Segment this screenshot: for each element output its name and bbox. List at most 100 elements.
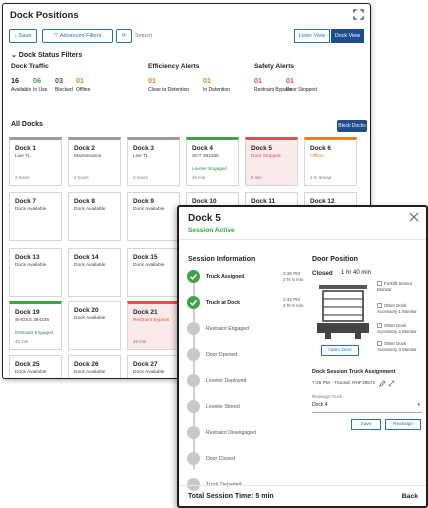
dock-card-duration: 2 hours xyxy=(15,175,30,180)
stat-label: Close to Detention xyxy=(148,87,190,93)
stat-label: In Detention xyxy=(203,87,230,93)
stat-filter[interactable]: 01 Close to Detention xyxy=(148,76,189,93)
stat-filter[interactable]: 01 In Detention xyxy=(203,76,230,93)
timeline-step: Leveler Deployed xyxy=(187,374,305,388)
dock-card-title: Dock 9 xyxy=(133,198,154,205)
assignment-detail: 7:26 PM · Truckid: RHFJ8572 xyxy=(312,381,376,386)
dock-card[interactable]: Dock 13 Dock Available xyxy=(9,248,62,297)
dock-card-title: Dock 27 xyxy=(133,361,158,368)
dock-card-title: Dock 19 xyxy=(15,309,40,316)
block-docks-button[interactable]: Block Docks xyxy=(337,120,367,132)
dock-card-status: Dock Available xyxy=(15,207,47,212)
dock-card-substatus: Leveler Engaged xyxy=(192,166,227,171)
dock-card-status: Restraint Bypass xyxy=(133,318,170,323)
pending-dot-icon xyxy=(187,348,200,361)
dock-card[interactable]: Dock 2 Maintenance 2 hours xyxy=(68,137,121,186)
stat-filter[interactable]: 03 Blocked xyxy=(55,76,73,93)
dock-card[interactable]: Dock 5 Door Stopped 5 min xyxy=(245,137,298,186)
dock-card-status: Dock Available xyxy=(15,263,47,268)
timeline-step-time: 2:32 PM 2 hr 5 min xyxy=(283,297,303,309)
door-position-title: Door Position xyxy=(312,256,358,263)
modal-save-button[interactable]: Save xyxy=(351,419,381,430)
stat-filter[interactable]: 16 Available xyxy=(11,76,31,93)
dock-card-status: Dock Available xyxy=(133,263,165,268)
reassign-button[interactable]: Reassign xyxy=(385,419,421,430)
step-elapsed: 2 hr 5 min xyxy=(283,303,304,308)
dock-card-status: Dock Available xyxy=(133,207,165,212)
dock-card[interactable]: Dock 4 SCT 394336 Leveler Engaged 45 min xyxy=(186,137,239,186)
dock-card[interactable]: Dock 3 Live TL 2 hours xyxy=(127,137,180,186)
advanced-filters-button[interactable]: ⊤ Advanced Filters xyxy=(42,29,113,43)
sensor-label: Forklift Sensor Monitor xyxy=(377,281,413,292)
dock-card-status: Dock Available xyxy=(15,370,47,375)
dock-view-button[interactable]: Dock View xyxy=(331,29,364,43)
toolbar: ↓ Save ⊤ Advanced Filters ⟳ Lister View … xyxy=(9,29,364,44)
list-view-button[interactable]: Lister View xyxy=(294,29,330,43)
filters-title[interactable]: ⌄ Dock Status Filters xyxy=(11,51,82,59)
check-icon xyxy=(187,296,200,309)
dock-card[interactable]: Dock 21 Restraint Bypass 45 min xyxy=(127,301,180,350)
timeline-step: Restraint Disengaged xyxy=(187,426,305,440)
reassign-truck-select[interactable]: Dock 4 ▾ xyxy=(312,402,422,413)
close-icon[interactable] xyxy=(408,211,420,223)
link-icon[interactable] xyxy=(388,380,395,387)
save-button[interactable]: ↓ Save xyxy=(9,29,37,43)
back-button[interactable]: Back xyxy=(402,493,418,500)
dock-card-title: Dock 10 xyxy=(192,198,217,205)
pencil-icon[interactable] xyxy=(379,380,386,387)
dock-card-duration: 5 min xyxy=(251,175,262,180)
search-input[interactable] xyxy=(135,30,255,42)
dock-card-status: Live TL xyxy=(133,154,149,159)
timeline-step-label: Truck Assigned xyxy=(206,274,245,280)
dock-card-title: Dock 13 xyxy=(15,254,40,261)
dock-card-title: Dock 12 xyxy=(310,198,335,205)
dock-card-status: Maintenance xyxy=(74,154,102,159)
dock-card[interactable]: Dock 26 Dock Available xyxy=(68,355,121,378)
dock-card-title: Dock 26 xyxy=(74,361,99,368)
stat-filter[interactable]: 01 Door Stopped xyxy=(286,76,317,93)
stat-label: Door Stopped xyxy=(286,87,317,93)
step-elapsed: 2 hr 5 min xyxy=(283,277,304,282)
dock-card-title: Dock 2 xyxy=(74,145,95,152)
dock-card[interactable]: Dock 19 SHOSS 394336 Restraint Engaged 45 m… xyxy=(9,301,62,350)
sensor-item: Other Dock Accessory 1 Monitor xyxy=(377,303,426,314)
timeline-step-label: Leveler Stored xyxy=(206,404,240,410)
dock-card[interactable]: Dock 25 Dock Available xyxy=(9,355,62,378)
session-status: Session Active xyxy=(188,227,235,234)
dock-card[interactable]: Dock 15 Dock Available xyxy=(127,248,180,297)
modal-title: Dock 5 xyxy=(188,213,221,224)
divider xyxy=(179,239,426,240)
dock-card-status: Live TL xyxy=(15,154,31,159)
dock-card[interactable]: Dock 1 Live TL 2 hours xyxy=(9,137,62,186)
stat-label: Offline xyxy=(76,87,91,93)
stat-filter[interactable]: 01 Offline xyxy=(76,76,90,93)
timeline-step: Restraint Engaged xyxy=(187,322,305,336)
dock-card[interactable]: Dock 7 Dock Available xyxy=(9,192,62,241)
dock-door-icon xyxy=(317,285,369,339)
timeline-step-label: Door Opened xyxy=(206,352,238,358)
stat-filter[interactable]: 06 In Use xyxy=(33,76,47,93)
stat-count: 06 xyxy=(33,76,41,85)
pending-dot-icon xyxy=(187,322,200,335)
dock-card[interactable]: Dock 14 Dock Available xyxy=(68,248,121,297)
sensor-item: Other Dock Accessory 2 Monitor xyxy=(377,323,426,334)
dock-card-status: Dock Available xyxy=(74,316,106,321)
dock-card[interactable]: Dock 9 Dock Available xyxy=(127,192,180,241)
dock-card[interactable]: Dock 6 Offline 1 hr ahead xyxy=(304,137,357,186)
assignment-title: Dock Session Truck Assignment xyxy=(312,369,396,375)
stat-label: Blocked xyxy=(55,87,73,93)
reassign-value: Dock 4 xyxy=(312,402,328,408)
dock-card-title: Dock 15 xyxy=(133,254,158,261)
dock-card-duration: 2 hours xyxy=(133,175,148,180)
open-door-button[interactable]: Open Door xyxy=(321,345,359,356)
timeline-step: Truck at Dock 2:32 PM 2 hr 5 min xyxy=(187,296,305,310)
reset-icon[interactable]: ⟳ xyxy=(116,29,132,43)
dock-card[interactable]: Dock 20 Dock Available xyxy=(68,301,121,350)
dock-card-title: Dock 5 xyxy=(251,145,272,152)
dock-card[interactable]: Dock 27 Dock Available xyxy=(127,355,180,378)
expand-icon[interactable] xyxy=(353,9,364,20)
sensor-label: Other Dock Accessory 1 Monitor xyxy=(377,303,417,314)
dock-card-title: Dock 4 xyxy=(192,145,213,152)
dock-card[interactable]: Dock 8 Dock Available xyxy=(68,192,121,241)
dock-card-title: Dock 11 xyxy=(251,198,276,205)
